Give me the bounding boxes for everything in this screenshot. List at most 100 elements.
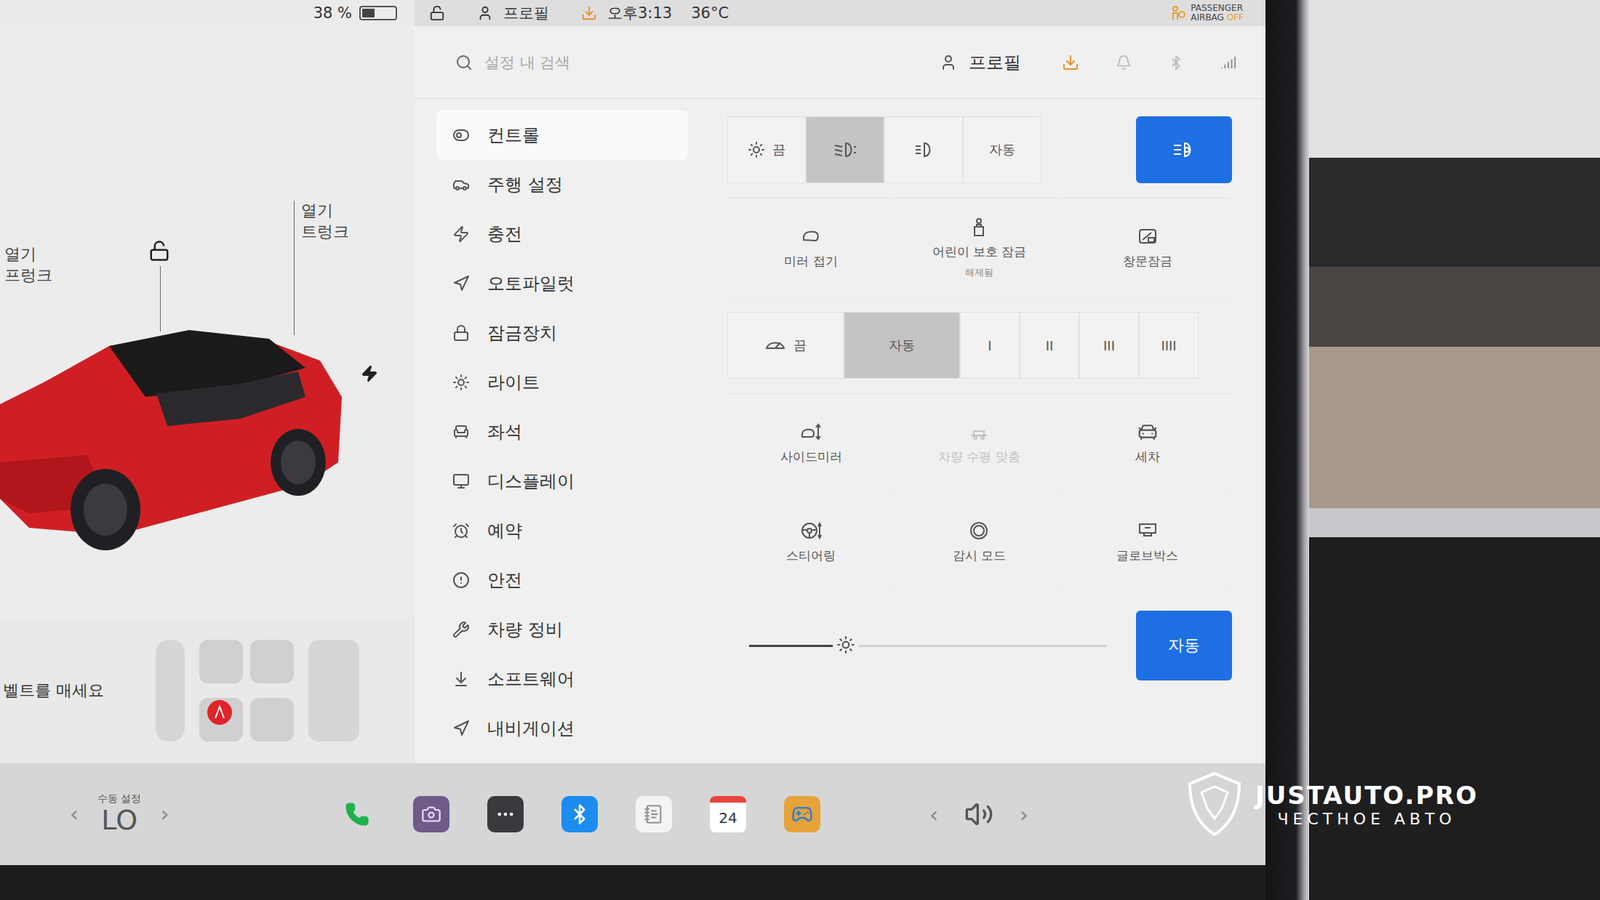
parking-icon bbox=[911, 140, 936, 160]
sun-icon bbox=[747, 141, 766, 159]
notes-icon bbox=[643, 804, 664, 825]
windshield-band bbox=[1309, 0, 1600, 158]
volume-up-button[interactable]: › bbox=[1019, 802, 1029, 828]
control-tile[interactable]: 스티어링 bbox=[727, 493, 896, 592]
sidebar-item[interactable]: 라이트 bbox=[436, 357, 688, 408]
tile-label: 스티어링 bbox=[786, 547, 836, 565]
level-icon bbox=[968, 421, 990, 443]
wiper-option[interactable]: I bbox=[960, 312, 1020, 379]
speaker-icon[interactable] bbox=[964, 800, 994, 830]
control-tile[interactable]: 글로브박스 bbox=[1064, 493, 1232, 592]
status-profile[interactable]: 프로필 bbox=[503, 2, 550, 24]
sidebar-item[interactable]: 충전 bbox=[436, 209, 688, 259]
brightness-slider[interactable] bbox=[749, 645, 1107, 648]
wiper-option[interactable]: II bbox=[1019, 312, 1080, 379]
profile-button[interactable]: 프로필 bbox=[968, 50, 1022, 75]
airbag-icon bbox=[1170, 5, 1187, 22]
status-time: 오후3:13 bbox=[607, 2, 672, 24]
wiper-option[interactable]: III bbox=[1079, 312, 1139, 379]
temp-up-button[interactable]: › bbox=[160, 801, 169, 827]
watermark-text: JUSTAUTO.PROЧЕСТНОЕ АВТО bbox=[1255, 781, 1478, 829]
screen-bezel bbox=[1265, 0, 1310, 900]
unlock-icon[interactable] bbox=[429, 5, 446, 22]
climate-display[interactable]: 수동 설정LO bbox=[97, 792, 142, 837]
control-tile[interactable]: 창문잠금 bbox=[1064, 198, 1232, 298]
sentry-icon bbox=[968, 520, 990, 542]
car-image bbox=[0, 317, 350, 558]
brightness-knob[interactable] bbox=[832, 632, 859, 659]
sidebar-item[interactable]: 주행 설정 bbox=[436, 160, 688, 210]
sidebar-item[interactable]: 내비게이션 bbox=[436, 704, 688, 754]
wiper-option[interactable]: 자동 bbox=[843, 312, 960, 379]
trunk-button[interactable]: 열기트렁크 bbox=[301, 200, 350, 243]
brightness-fill bbox=[749, 645, 846, 648]
more-apps[interactable] bbox=[487, 796, 524, 833]
glovebox-icon bbox=[1136, 520, 1159, 542]
phone-app[interactable] bbox=[338, 796, 376, 833]
download-icon[interactable] bbox=[1061, 53, 1080, 72]
headlight-option[interactable]: 자동 bbox=[962, 116, 1042, 184]
wiper-option[interactable]: IIII bbox=[1138, 312, 1199, 379]
unlock-icon[interactable] bbox=[148, 240, 171, 262]
headlight-option[interactable]: 끔 bbox=[727, 116, 806, 184]
user-icon bbox=[477, 5, 494, 22]
calendar-app[interactable]: 24 bbox=[709, 796, 747, 833]
sidebar-item[interactable]: 안전 bbox=[436, 555, 688, 606]
sidebar-item[interactable]: 잠금장치 bbox=[436, 308, 688, 358]
auto-high-beam-button[interactable] bbox=[1136, 116, 1232, 184]
sidebar: 컨트롤주행 설정충전오토파일럿잠금장치라이트좌석디스플레이예약안전차량 정비소프… bbox=[414, 98, 706, 764]
airbag-indicator: PASSENGERAIRBAG OFF bbox=[1170, 3, 1244, 23]
control-tile[interactable]: 어린이 보호 잠금해제됨 bbox=[895, 198, 1064, 298]
charge-port[interactable] bbox=[360, 365, 379, 383]
camera-icon bbox=[421, 804, 442, 825]
signal-icon bbox=[1220, 54, 1237, 71]
headlight-selector: 끔 자동 bbox=[727, 116, 1042, 184]
bluetooth-app[interactable] bbox=[561, 796, 598, 833]
bluetooth-icon[interactable] bbox=[1168, 54, 1184, 71]
watermark-title: JUSTAUTO.PRO bbox=[1255, 781, 1478, 811]
battery-percent: 38 % bbox=[313, 4, 352, 22]
frunk-button[interactable]: 열기프렁크 bbox=[4, 244, 53, 286]
headlight-option[interactable] bbox=[884, 116, 963, 184]
window-lock-icon bbox=[1136, 225, 1159, 248]
sun-icon bbox=[452, 373, 470, 392]
mirror-fold-icon bbox=[800, 225, 822, 248]
seat-map-icon bbox=[155, 625, 367, 757]
status-bar: 38 %프로필오후3:1336°CPASSENGERAIRBAG OFF bbox=[0, 0, 1266, 27]
temp-down-button[interactable]: ‹ bbox=[69, 801, 79, 827]
camera-app[interactable] bbox=[413, 796, 450, 833]
bell-icon[interactable] bbox=[1115, 54, 1132, 71]
notes-app[interactable] bbox=[635, 796, 672, 833]
sidebar-item[interactable]: 디스플레이 bbox=[436, 456, 688, 507]
download-icon bbox=[452, 670, 470, 688]
sidebar-item[interactable]: 컨트롤 bbox=[436, 110, 688, 160]
control-tile[interactable]: 세차 bbox=[1064, 394, 1232, 494]
sidebar-item[interactable]: 예약 bbox=[436, 506, 688, 556]
metal-trim bbox=[1309, 508, 1600, 538]
wiper-option[interactable]: 끔 bbox=[727, 312, 844, 379]
wash-icon bbox=[1136, 421, 1159, 443]
games-app[interactable] bbox=[784, 796, 821, 833]
child-lock-icon bbox=[968, 216, 990, 238]
control-tile[interactable]: 미러 접기 bbox=[727, 198, 896, 298]
volume-down-button[interactable]: ‹ bbox=[929, 802, 939, 828]
sidebar-item[interactable]: 소프트웨어 bbox=[436, 654, 688, 704]
sidebar-item[interactable]: 차량 정비 bbox=[436, 605, 688, 655]
sidebar-item[interactable]: 오토파일럿 bbox=[436, 258, 688, 309]
climate-temperature: LO bbox=[101, 805, 138, 837]
wiper-icon bbox=[764, 338, 787, 353]
navigation-icon bbox=[452, 720, 470, 738]
sidebar-item[interactable]: 좌석 bbox=[436, 407, 688, 457]
brightness-auto-button[interactable]: 자동 bbox=[1136, 610, 1232, 681]
tile-label: 사이드미러 bbox=[780, 448, 843, 466]
headlight-option[interactable] bbox=[805, 116, 885, 184]
download-icon[interactable] bbox=[581, 5, 598, 22]
battery-icon bbox=[359, 5, 398, 21]
screen-bezel-bottom bbox=[0, 865, 1266, 900]
bolt-icon[interactable] bbox=[360, 365, 379, 383]
tile-label: 창문잠금 bbox=[1122, 253, 1173, 270]
control-tile[interactable]: 사이드미러 bbox=[727, 394, 896, 494]
settings-search[interactable]: 설정 내 검색 bbox=[484, 52, 928, 73]
control-tile[interactable]: 감시 모드 bbox=[895, 493, 1064, 592]
door-lock[interactable] bbox=[148, 240, 171, 262]
